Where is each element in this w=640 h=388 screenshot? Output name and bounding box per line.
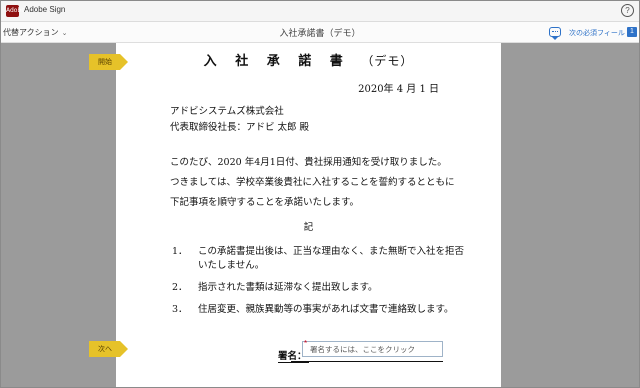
ki-heading: 記 <box>303 222 314 233</box>
required-marker: * <box>304 339 308 348</box>
body-paragraph-line: つきましては、学校卒業後貴社に入社することを誓約するとともに <box>170 177 455 188</box>
document-title: 入社承諾書（デモ） <box>279 29 361 39</box>
list-item: この承諾書提出後は、正当な理由なく、また無断で入社を拒否 <box>198 246 465 257</box>
document-date: 2020年 4 月 1 日 <box>358 84 439 95</box>
toolbar: 代替アクション ⌄ 入社承諾書（デモ） 次の必須フィールド 1 <box>1 22 639 43</box>
start-tag[interactable]: 開始 <box>89 54 128 70</box>
app-name: Adobe Sign <box>24 5 66 14</box>
signature-placeholder: 署名するには、ここをクリック <box>310 345 415 354</box>
signature-field[interactable]: * 署名するには、ここをクリック <box>302 339 443 357</box>
body-paragraph-line: 下記事項を順守することを承諾いたします。 <box>170 197 360 208</box>
adobe-sign-logo: Adobe <box>6 5 25 17</box>
signature-line <box>291 361 443 362</box>
body-paragraph-line: このたび、2020 年4月1日付、貴社採用通知を受け取りました。 <box>170 157 447 168</box>
required-field-count-badge: 1 <box>627 27 637 37</box>
item-number: 1． <box>172 246 188 257</box>
list-item: いたしません。 <box>198 260 265 271</box>
help-icon[interactable]: ? <box>621 4 634 17</box>
document-heading-text: 入 社 承 諾 書 <box>203 54 350 69</box>
list-item: 住居変更、親族異動等の事実があれば文書で連絡致します。 <box>198 304 454 315</box>
list-item: 指示された書類は延滞なく提出致します。 <box>198 282 378 293</box>
app-window: Adobe Adobe Sign ? 代替アクション ⌄ 入社承諾書（デモ） 次の… <box>0 0 640 388</box>
document-heading-suffix: （デモ） <box>361 54 414 68</box>
item-number: 2． <box>172 282 188 293</box>
document-heading: 入 社 承 諾 書 （デモ） <box>116 50 501 69</box>
title-bar: Adobe Adobe Sign ? <box>1 1 639 22</box>
next-tag[interactable]: 次へ <box>89 341 128 357</box>
document-page: 入 社 承 諾 書 （デモ） 2020年 4 月 1 日 アドビシステムズ株式会… <box>116 43 501 387</box>
item-number: 3． <box>172 304 188 315</box>
comment-icon[interactable] <box>549 27 561 40</box>
recipient-person: 代表取締役社長：アドビ 太郎 殿 <box>170 122 310 133</box>
recipient-company: アドビシステムズ株式会社 <box>170 106 284 117</box>
next-required-field-link[interactable]: 次の必須フィールド <box>569 28 632 38</box>
